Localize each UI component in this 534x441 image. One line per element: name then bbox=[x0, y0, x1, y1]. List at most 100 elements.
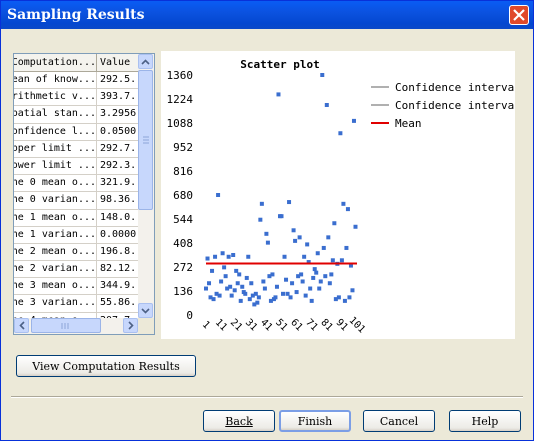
data-point bbox=[228, 284, 233, 289]
results-table[interactable]: Computation... Value Mean of know... 292.… bbox=[13, 53, 155, 335]
data-point bbox=[312, 267, 317, 272]
data-point bbox=[231, 253, 236, 257]
table-row[interactable]: Arithmetic v...393.7... bbox=[14, 89, 140, 107]
data-point bbox=[290, 281, 295, 286]
data-point bbox=[353, 224, 358, 229]
scroll-up-button[interactable] bbox=[138, 54, 153, 69]
close-icon bbox=[513, 9, 525, 21]
y-tick-label: 952 bbox=[173, 141, 193, 154]
table-row[interactable]: Zone 1 varian...0.0000 bbox=[14, 226, 140, 244]
table-row[interactable]: Zone 3 varian...55.86... bbox=[14, 295, 140, 313]
y-tick-label: 816 bbox=[173, 165, 193, 178]
data-point bbox=[265, 240, 270, 245]
table-row[interactable]: Zone 3 mean o...344.9... bbox=[14, 278, 140, 296]
data-point bbox=[238, 298, 243, 303]
data-point bbox=[314, 270, 319, 275]
scatter-chart: Scatter plot 0 136 272 408 544 680 816 952 1088 1… bbox=[167, 58, 521, 336]
data-point bbox=[284, 277, 289, 282]
data-point bbox=[232, 288, 237, 293]
legend-label: Confidence interval bbox=[395, 99, 515, 112]
value-cell: 292.7... bbox=[97, 140, 140, 158]
x-tick-label: 81 bbox=[318, 317, 334, 333]
computation-cell: Zone 2 mean o... bbox=[14, 243, 97, 262]
vertical-scrollbar[interactable] bbox=[138, 54, 154, 318]
data-point bbox=[205, 256, 210, 261]
grip-icon bbox=[143, 136, 149, 144]
table-row[interactable]: Lower limit ...292.3... bbox=[14, 157, 140, 176]
view-computation-results-button[interactable]: View Computation Results bbox=[16, 355, 196, 377]
x-tick-label: 71 bbox=[303, 317, 319, 333]
horizontal-scroll-thumb[interactable] bbox=[31, 318, 101, 333]
data-point bbox=[336, 295, 341, 300]
data-point bbox=[229, 293, 234, 298]
data-point bbox=[253, 291, 258, 296]
data-point bbox=[299, 272, 304, 277]
data-point bbox=[262, 286, 267, 291]
data-point bbox=[309, 298, 314, 303]
data-point bbox=[204, 286, 208, 291]
table-row[interactable]: Zone 1 mean o...148.0... bbox=[14, 209, 140, 227]
table-row[interactable]: Zone 2 varian...82.12... bbox=[14, 261, 140, 279]
legend-label: Confidence interval bbox=[395, 81, 515, 94]
y-tick-label: 272 bbox=[173, 261, 193, 274]
x-tick-label: 31 bbox=[243, 317, 259, 333]
finish-button[interactable]: Finish bbox=[279, 410, 351, 432]
table-row[interactable]: Upper limit ...292.7... bbox=[14, 140, 140, 158]
data-point bbox=[243, 291, 248, 296]
data-point bbox=[321, 245, 326, 250]
value-cell: 3.2956 bbox=[97, 106, 140, 124]
data-point bbox=[276, 92, 281, 97]
data-point bbox=[274, 284, 279, 289]
data-point bbox=[351, 118, 356, 123]
back-button[interactable]: Back bbox=[203, 410, 275, 432]
scroll-down-button[interactable] bbox=[138, 303, 153, 318]
window-title: Sampling Results bbox=[7, 7, 145, 23]
column-header-value[interactable]: Value bbox=[97, 54, 140, 72]
x-tick-label: 11 bbox=[213, 317, 229, 333]
back-button-label: Back bbox=[225, 414, 253, 428]
data-point bbox=[244, 275, 249, 280]
data-point bbox=[220, 251, 225, 256]
y-tick-label: 0 bbox=[186, 309, 193, 322]
chevron-right-icon bbox=[127, 321, 134, 330]
close-button[interactable] bbox=[509, 5, 529, 25]
computation-cell: Lower limit ... bbox=[14, 157, 97, 176]
data-point bbox=[315, 251, 320, 256]
data-point bbox=[279, 214, 284, 219]
title-bar[interactable]: Sampling Results bbox=[1, 1, 533, 29]
column-header-computation[interactable]: Computation... bbox=[14, 54, 97, 72]
data-point bbox=[332, 221, 337, 226]
table-row[interactable]: Zone 2 mean o...196.8... bbox=[14, 243, 140, 262]
data-point bbox=[308, 286, 313, 291]
cancel-button[interactable]: Cancel bbox=[363, 410, 435, 432]
help-button[interactable]: Help bbox=[449, 410, 521, 432]
computation-cell: Zone 1 mean o... bbox=[14, 209, 97, 227]
value-cell: 148.0... bbox=[97, 209, 140, 227]
data-point bbox=[287, 200, 292, 205]
vertical-scroll-thumb[interactable] bbox=[138, 70, 153, 210]
data-point bbox=[327, 281, 332, 286]
data-point bbox=[281, 291, 286, 296]
scroll-left-button[interactable] bbox=[14, 318, 29, 333]
table-row[interactable]: Confidence l... 0.0500 bbox=[14, 123, 140, 141]
data-point bbox=[222, 265, 227, 270]
data-point bbox=[213, 254, 218, 259]
table-row[interactable]: Spatial stan... 3.2956 bbox=[14, 106, 140, 124]
scrollbar-corner bbox=[138, 318, 154, 334]
table-body: Mean of know...292.5...Arithmetic v...39… bbox=[14, 72, 140, 330]
y-tick-label: 1360 bbox=[167, 69, 194, 82]
x-tick-label: 51 bbox=[273, 317, 289, 333]
value-cell: 321.9... bbox=[97, 175, 140, 193]
scatter-points bbox=[204, 73, 358, 307]
table-row[interactable]: Zone 0 mean o...321.9... bbox=[14, 175, 140, 193]
data-point bbox=[273, 295, 278, 300]
x-tick-label: 91 bbox=[334, 317, 350, 333]
chevron-up-icon bbox=[141, 58, 150, 65]
data-point bbox=[264, 231, 269, 236]
data-point bbox=[344, 245, 349, 250]
horizontal-scrollbar[interactable] bbox=[14, 318, 138, 334]
scroll-right-button[interactable] bbox=[123, 318, 138, 333]
table-row[interactable]: Mean of know...292.5... bbox=[14, 72, 140, 90]
data-point bbox=[323, 274, 328, 279]
table-row[interactable]: Zone 0 varian...98.36... bbox=[14, 192, 140, 210]
